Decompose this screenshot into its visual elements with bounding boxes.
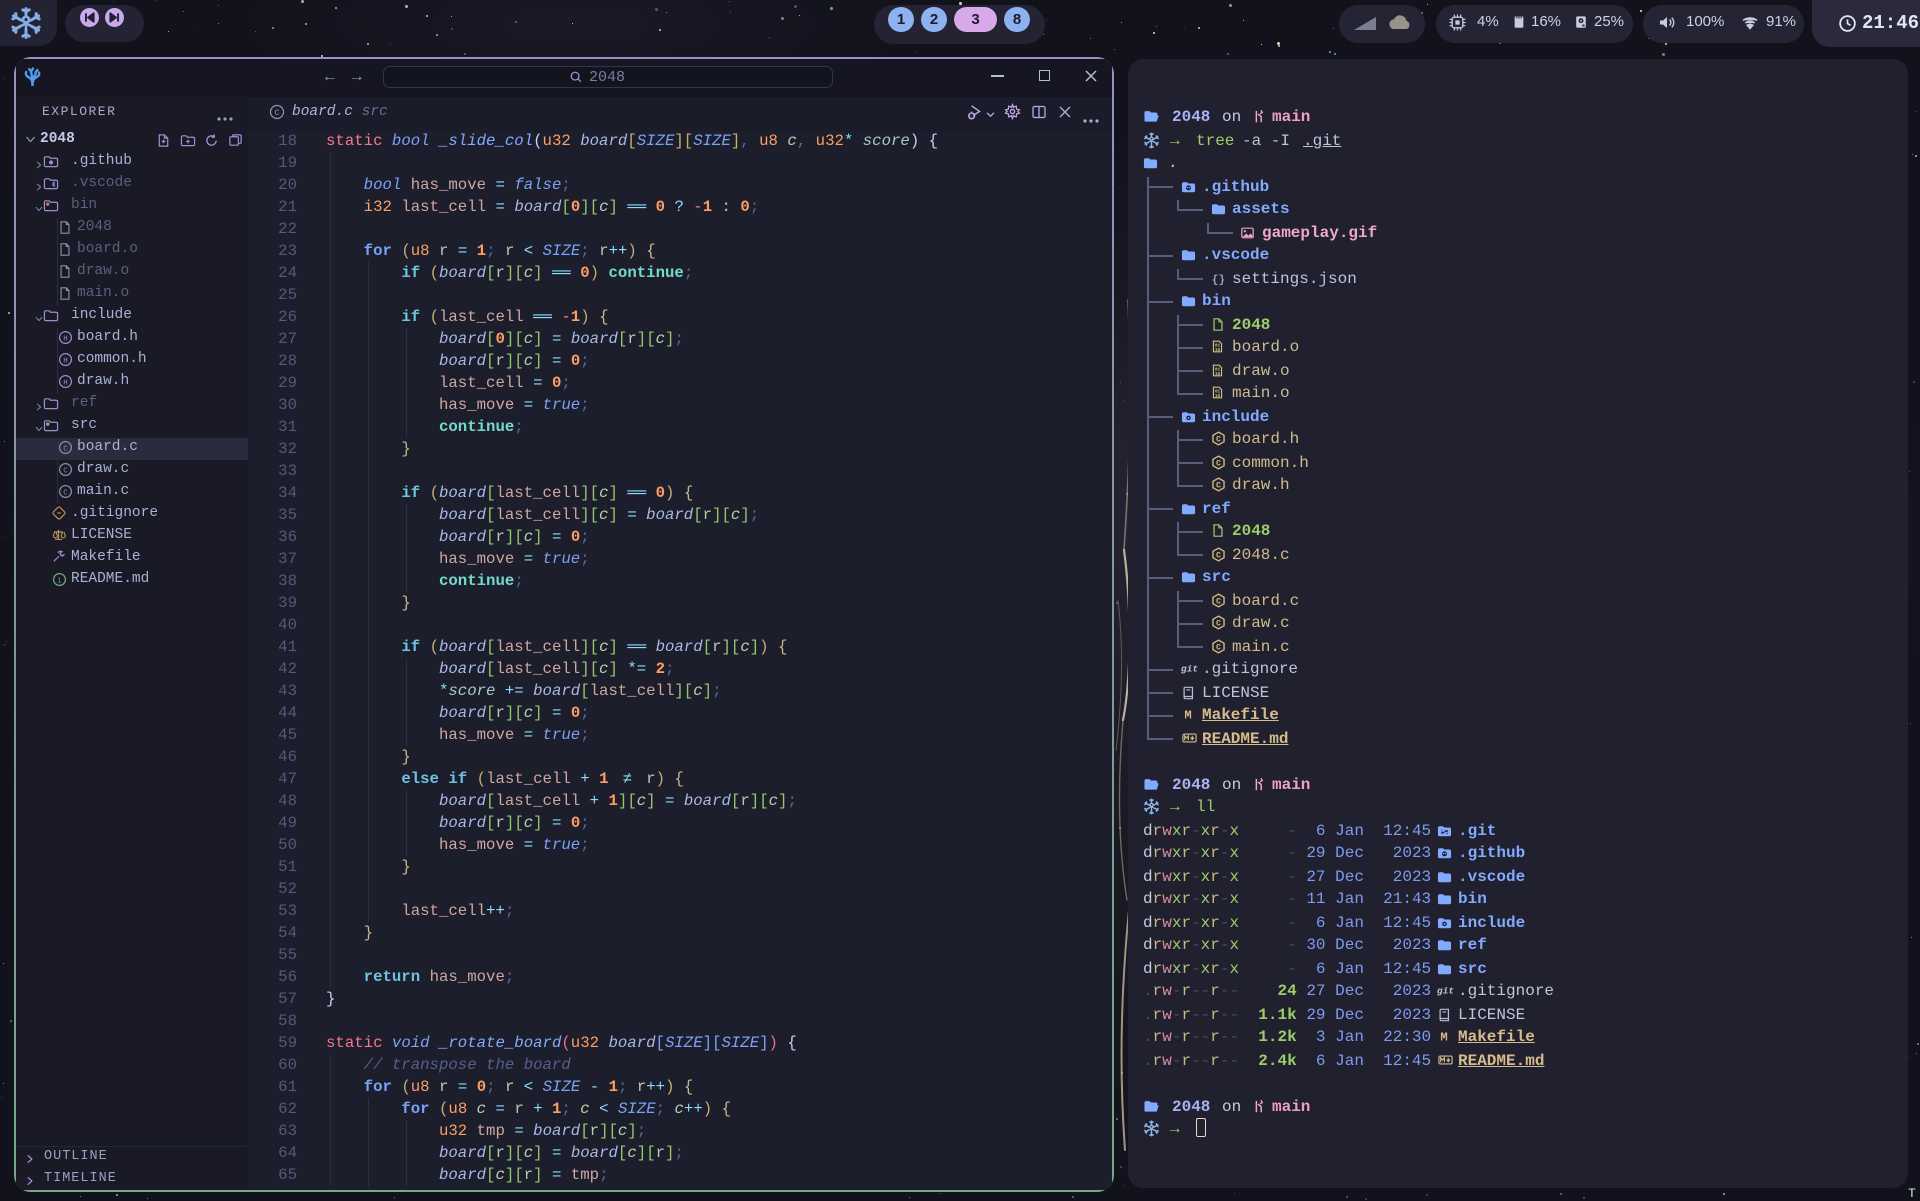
svg-text:C: C [274,108,279,118]
svg-text:C: C [63,489,68,497]
svg-text:H: H [63,379,68,387]
svg-text:H: H [63,335,68,343]
svg-text:C: C [63,445,68,453]
svg-text:i: i [57,577,62,585]
svg-text:C: C [63,467,68,475]
svg-text:H: H [63,357,68,365]
